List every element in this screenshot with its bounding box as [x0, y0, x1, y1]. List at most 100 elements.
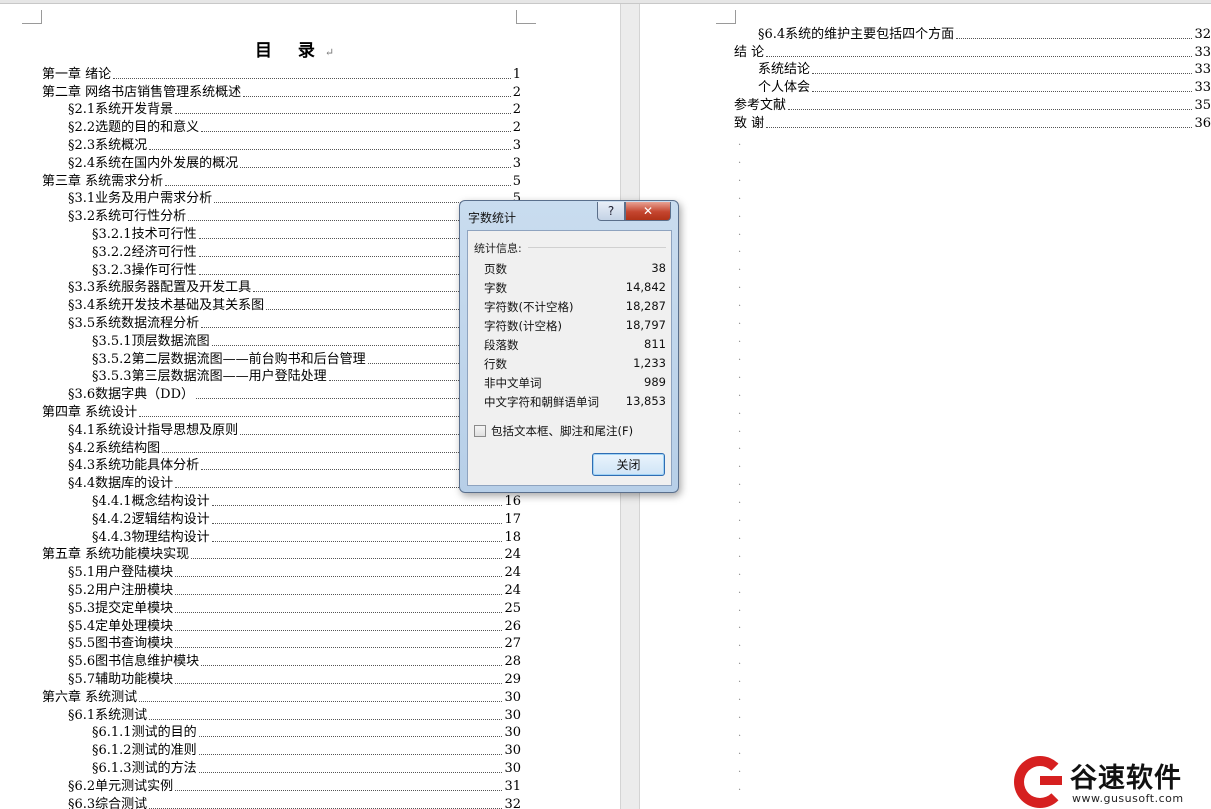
toc-leader-dots	[175, 629, 503, 631]
toc-entry[interactable]: 个人体会 33	[758, 77, 1211, 95]
toc-entry[interactable]: 致 谢 36	[734, 113, 1211, 131]
logo-url: www.gususoft.com	[1072, 792, 1184, 805]
toc-leader-dots	[201, 665, 503, 667]
toc-entry-page: 35	[1194, 97, 1211, 113]
toc-entry-text: §4.4数据库的设计	[68, 476, 174, 492]
toc-entry[interactable]: §4.3系统功能具体分析	[68, 456, 521, 474]
toc-leader-dots	[175, 113, 511, 115]
toc-entry[interactable]: §3.4系统开发技术基础及其关系图	[68, 295, 521, 313]
toc-entry-page: 29	[504, 671, 521, 687]
close-x-button[interactable]: ✕	[625, 202, 671, 221]
toc-entry-text: §2.3系统概况	[68, 137, 148, 153]
toc-entry[interactable]: 第五章 系统功能模块实现 24	[42, 545, 521, 562]
toc-entry-text: §3.5.1顶层数据流图	[92, 333, 210, 349]
toc-entry[interactable]: §4.2系统结构图	[68, 438, 521, 456]
toc-entry[interactable]: 参考文献 35	[734, 95, 1211, 113]
toc-entry-text: §5.1用户登陆模块	[68, 565, 174, 581]
toc-entry[interactable]: §6.1.2测试的准则 30	[92, 740, 521, 758]
toc-entry[interactable]: 第六章 系统测试 30	[42, 687, 521, 705]
toc-entry-text: §4.3系统功能具体分析	[68, 458, 200, 474]
toc-entry[interactable]: 第一章 绪论 1	[42, 64, 521, 82]
toc-entry-page: 33	[1194, 80, 1211, 96]
stat-label: 页数	[484, 262, 507, 276]
toc-entry[interactable]: §6.1.1测试的目的 30	[92, 723, 521, 741]
toc-entry-text: §6.1.2测试的准则	[92, 743, 197, 759]
toc-leader-dots	[766, 126, 1193, 128]
toc-entry[interactable]: 第二章 网络书店销售管理系统概述 2	[42, 82, 521, 100]
toc-entry[interactable]: §3.2.3操作可行性	[92, 260, 521, 278]
toc-entry[interactable]: §3.2.2经济可行性	[92, 242, 521, 260]
word-count-dialog[interactable]: 字数统计 ? ✕ 统计信息: 页数 38 字数 14,842 字符数(不计空格) 18,2…	[459, 200, 679, 493]
toc-leader-dots	[149, 148, 511, 150]
toc-leader-dots	[149, 807, 503, 809]
toc-entry[interactable]: §4.4数据库的设计	[68, 473, 521, 491]
toc-entry[interactable]: §6.3综合测试 32	[68, 794, 521, 809]
toc-entry[interactable]: §5.7辅助功能模块 29	[68, 669, 521, 687]
toc-entry[interactable]: §5.1用户登陆模块 24	[68, 562, 521, 580]
toc-entry[interactable]: §2.2选题的目的和意义 2	[68, 117, 521, 135]
toc-entry[interactable]: §4.4.3物理结构设计 18	[92, 527, 521, 545]
stat-label: 字数	[484, 281, 507, 295]
toc-entry[interactable]: §2.1系统开发背景 2	[68, 100, 521, 117]
toc-entry[interactable]: 结 论 33	[734, 42, 1211, 60]
toc-entry-text: §5.6图书信息维护模块	[68, 654, 200, 670]
toc-entry[interactable]: §3.5系统数据流程分析	[68, 313, 521, 331]
stat-value: 811	[644, 337, 666, 351]
toc-entry-text: 个人体会	[758, 80, 811, 96]
toc-entry[interactable]: §3.5.1顶层数据流图	[92, 331, 521, 349]
toc-entry[interactable]: §6.1系统测试 30	[68, 705, 521, 723]
toc-entry[interactable]: §4.4.2逻辑结构设计 17	[92, 509, 521, 527]
toc-entry[interactable]: 系统结论 33	[758, 60, 1211, 78]
stat-label: 非中文单词	[484, 376, 542, 390]
toc-entry[interactable]: §5.6图书信息维护模块 28	[68, 651, 521, 669]
toc-entry-page: 26	[504, 618, 521, 634]
toc-entry[interactable]: §2.4系统在国内外发展的概况 3	[68, 153, 521, 171]
toc-entry-page: 30	[504, 725, 521, 741]
toc-entry[interactable]: §3.2系统可行性分析	[68, 206, 521, 224]
toc-entry-text: 致 谢	[734, 115, 765, 131]
toc-leader-dots	[139, 700, 503, 702]
toc-leader-dots	[198, 771, 503, 773]
stat-row: 字符数(计空格) 18,797	[484, 318, 666, 337]
toc-entry[interactable]: §3.2.1技术可行性	[92, 224, 521, 242]
toc-entry[interactable]: §3.6数据字典（DD）	[68, 384, 521, 402]
toc-entry[interactable]: §6.2单元测试实例 31	[68, 776, 521, 794]
toc-entry[interactable]: §5.4定单处理模块 26	[68, 616, 521, 634]
stat-row: 字符数(不计空格) 18,287	[484, 299, 666, 318]
include-textboxes-checkbox[interactable]	[474, 425, 486, 437]
toc-entry[interactable]: §6.4系统的维护主要包括四个方面 32	[758, 24, 1211, 42]
toc-entry-page: 17	[504, 511, 521, 527]
stat-row: 行数 1,233	[484, 356, 666, 375]
toc-leader-dots	[191, 558, 503, 560]
toc-entry-page: 32	[504, 796, 521, 809]
close-button[interactable]: 关闭	[592, 453, 665, 476]
toc-entry[interactable]: §3.5.3第三层数据流图——用户登陆处理	[92, 367, 521, 384]
toc-entry[interactable]: §3.3系统服务器配置及开发工具	[68, 278, 521, 295]
toc-entry-text: 结 论	[734, 44, 765, 60]
toc-entry[interactable]: §6.1.3测试的方法 30	[92, 758, 521, 776]
dialog-title: 字数统计	[468, 211, 517, 225]
toc-entry[interactable]: §3.1业务及用户需求分析 5	[68, 189, 521, 206]
toc-entry[interactable]: §4.4.1概念结构设计 16	[92, 491, 521, 509]
toc-entry[interactable]: §3.5.2第二层数据流图——前台购书和后台管理	[92, 349, 521, 367]
toc-entry-text: 第二章 网络书店销售管理系统概述	[42, 84, 242, 100]
toc-entry[interactable]: §4.1系统设计指导思想及原则	[68, 420, 521, 438]
toc-entry[interactable]: 第三章 系统需求分析 5	[42, 171, 521, 189]
toc-entry-page: 36	[1194, 115, 1211, 131]
toc-entry-text: 第一章 绪论	[42, 66, 112, 82]
toc-entry-page: 31	[504, 778, 521, 794]
toc-leader-dots	[113, 77, 511, 79]
help-button[interactable]: ?	[597, 202, 625, 221]
toc-title: 目 录↵	[255, 41, 335, 61]
include-textboxes-option[interactable]: 包括文本框、脚注和尾注(F)	[474, 423, 633, 439]
toc-entry[interactable]: §5.2用户注册模块 24	[68, 580, 521, 598]
toc-entry[interactable]: 第四章 系统设计	[42, 402, 521, 420]
toc-entry-text: 系统结论	[758, 62, 811, 78]
toc-entry[interactable]: §5.3提交定单模块 25	[68, 598, 521, 616]
toc-entry-page: 24	[504, 565, 521, 581]
toc-entry-page: 27	[504, 636, 521, 652]
toc-entry[interactable]: §2.3系统概况 3	[68, 135, 521, 153]
toc-entry-text: §3.2.3操作可行性	[92, 262, 197, 278]
toc-entry-page: 3	[512, 137, 521, 153]
toc-entry[interactable]: §5.5图书查询模块 27	[68, 634, 521, 652]
